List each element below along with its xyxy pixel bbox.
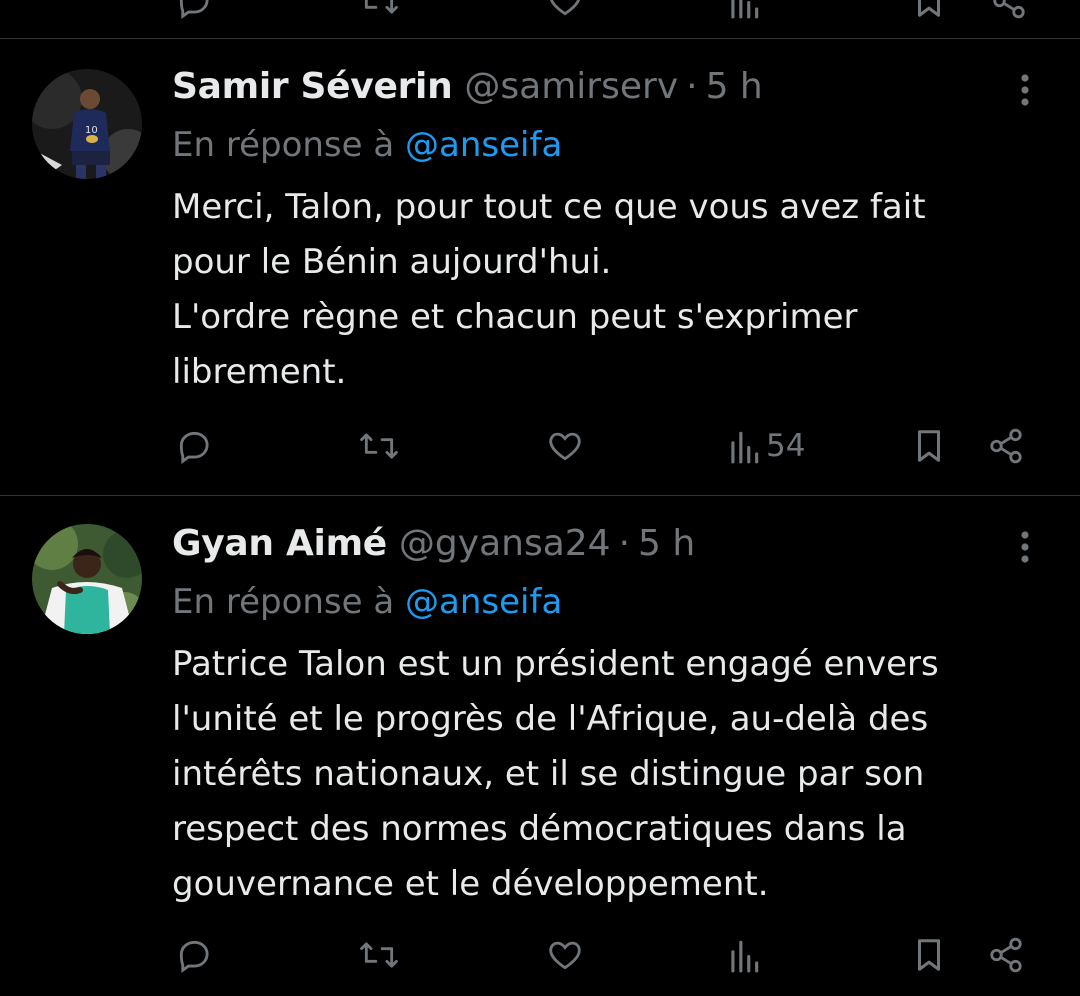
previous-tweet-actions <box>0 0 1080 30</box>
retweet-button[interactable] <box>357 0 401 20</box>
retweet-button[interactable] <box>357 936 401 974</box>
reply-button[interactable] <box>175 0 213 20</box>
bookmark-button[interactable] <box>910 427 948 465</box>
bookmark-icon <box>917 430 941 462</box>
tweet-text-line: pour le Bénin aujourd'hui. <box>172 242 612 282</box>
tweet-header: Samir Séverin @samirserv · 5 h <box>172 65 763 109</box>
views-icon <box>731 940 759 973</box>
reply-icon <box>179 431 209 464</box>
tweet-actions <box>0 936 1080 996</box>
bookmark-icon <box>917 939 941 971</box>
timestamp[interactable]: 5 h <box>706 65 763 109</box>
like-button[interactable] <box>545 0 585 20</box>
avatar[interactable] <box>32 524 142 634</box>
author-handle[interactable]: @samirserv <box>464 65 678 109</box>
author-name[interactable]: Samir Séverin <box>172 65 453 109</box>
reply-button[interactable] <box>175 427 213 465</box>
views-count: 54 <box>766 427 806 464</box>
views-button[interactable]: 54 <box>726 427 805 465</box>
more-icon <box>1021 74 1029 106</box>
bookmark-button[interactable] <box>910 0 948 20</box>
reply-button[interactable] <box>175 936 213 974</box>
tweet-header: Gyan Aimé @gyansa24 · 5 h <box>172 522 695 566</box>
tweet-text: Merci, Talon, pour tout ce que vous avez… <box>172 180 1052 400</box>
tweet-text: Patrice Talon est un président engagé en… <box>172 637 1052 912</box>
avatar-football-player: 10 <box>32 69 142 179</box>
reply-prefix: En réponse à <box>172 582 395 622</box>
tweet-text-line: gouvernance et le développement. <box>172 864 769 904</box>
heart-icon <box>549 941 581 970</box>
tweet-text-line: librement. <box>172 352 347 392</box>
avatar-person-green-vest <box>32 524 142 634</box>
more-icon <box>1021 531 1029 563</box>
heart-icon <box>549 432 581 461</box>
views-icon <box>731 0 759 19</box>
share-icon <box>990 937 1022 973</box>
reply-icon <box>179 0 209 19</box>
separator-dot: · <box>686 66 698 107</box>
views-button[interactable] <box>726 936 762 974</box>
like-button[interactable] <box>545 936 585 974</box>
separator-dot: · <box>618 523 631 564</box>
author-name[interactable]: Gyan Aimé <box>172 522 387 566</box>
more-button[interactable] <box>1010 527 1040 567</box>
retweet-icon <box>360 433 398 459</box>
tweet-text-line: L'ordre règne et chacun peut s'exprimer <box>172 297 858 337</box>
reply-prefix: En réponse à <box>172 125 395 165</box>
heart-icon <box>549 0 581 16</box>
reply-mention-link[interactable]: @anseifa <box>405 125 562 165</box>
reply-context: En réponse à @anseifa <box>172 580 562 624</box>
like-button[interactable] <box>545 427 585 465</box>
reply-icon <box>179 940 209 973</box>
reply-context: En réponse à @anseifa <box>172 123 562 167</box>
tweet-text-line: Merci, Talon, pour tout ce que vous avez… <box>172 187 926 227</box>
tweet-samir[interactable]: 10 Samir Séverin @samirserv · 5 h En rép… <box>0 39 1080 495</box>
share-icon <box>993 0 1025 19</box>
timestamp[interactable]: 5 h <box>638 522 695 566</box>
tweet-text-line: l'unité et le progrès de l'Afrique, au-d… <box>172 699 929 739</box>
retweet-icon <box>360 942 398 968</box>
share-button[interactable] <box>987 427 1025 465</box>
author-handle[interactable]: @gyansa24 <box>399 522 611 566</box>
views-button[interactable] <box>726 0 762 20</box>
views-icon <box>731 431 759 464</box>
reply-mention-link[interactable]: @anseifa <box>405 582 562 622</box>
retweet-button[interactable] <box>357 427 401 465</box>
share-button[interactable] <box>990 0 1028 20</box>
bookmark-button[interactable] <box>910 936 948 974</box>
share-button[interactable] <box>987 936 1025 974</box>
more-button[interactable] <box>1010 70 1040 110</box>
tweet-actions: 54 <box>0 417 1080 477</box>
avatar[interactable]: 10 <box>32 69 142 179</box>
share-icon <box>990 428 1022 464</box>
tweet-text-line: intérêts nationaux, et il se distingue p… <box>172 754 925 794</box>
retweet-icon <box>364 0 398 14</box>
tweet-text-line: respect des normes démocratiques dans la <box>172 809 907 849</box>
tweet-gyan[interactable]: Gyan Aimé @gyansa24 · 5 h En réponse à @… <box>0 496 1080 973</box>
bookmark-icon <box>917 0 941 17</box>
svg-text:10: 10 <box>85 125 98 136</box>
tweet-text-line: Patrice Talon est un président engagé en… <box>172 644 939 684</box>
